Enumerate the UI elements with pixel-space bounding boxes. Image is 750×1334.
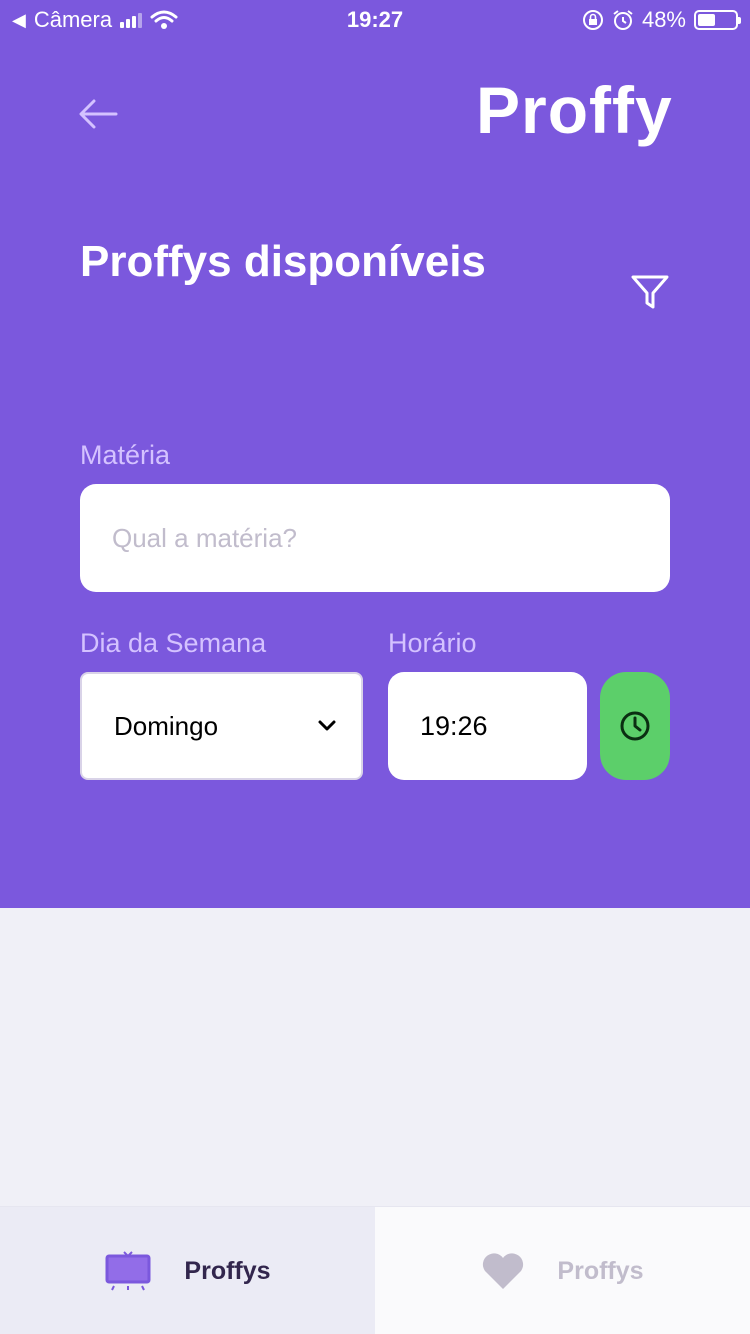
battery-level xyxy=(698,14,716,26)
heart-icon xyxy=(483,1253,524,1289)
back-to-app-label[interactable]: Câmera xyxy=(34,7,112,33)
alarm-icon xyxy=(613,10,633,30)
time-label: Horário xyxy=(388,628,477,658)
wifi-icon xyxy=(150,10,178,29)
day-of-week-select[interactable]: Domingo xyxy=(80,672,363,780)
day-of-week-label: Dia da Semana xyxy=(80,628,267,658)
tab-bar: Proffys Proffys xyxy=(0,1206,750,1334)
page-title: Proffys disponíveis xyxy=(80,237,486,286)
chevron-down-icon xyxy=(318,720,336,731)
status-bar: ◀ Câmera 19:27 48% xyxy=(0,0,750,40)
tab-proffys-label: Proffys xyxy=(184,1256,271,1285)
tab-favorites-label: Proffys xyxy=(557,1256,644,1285)
tab-favorites[interactable]: Proffys xyxy=(375,1207,750,1334)
subject-input[interactable] xyxy=(80,484,670,592)
clock-button[interactable] xyxy=(600,672,670,780)
status-left: ◀ Câmera xyxy=(12,7,178,33)
filter-icon[interactable] xyxy=(630,272,670,312)
day-of-week-value: Domingo xyxy=(114,710,219,741)
battery-percent: 48% xyxy=(641,7,686,32)
proffy-logo: Proffy xyxy=(476,73,673,147)
clock-icon xyxy=(620,711,650,741)
back-arrow-icon[interactable] xyxy=(78,96,118,132)
tv-icon xyxy=(105,1251,151,1291)
back-to-app-icon[interactable]: ◀ xyxy=(12,10,26,31)
time-input[interactable]: 19:26 xyxy=(388,672,587,780)
status-right: 48% xyxy=(582,7,741,33)
header: Proffy Proffys disponíveis Matéria Dia d… xyxy=(0,0,750,908)
orientation-lock-icon xyxy=(582,10,603,30)
subject-label: Matéria xyxy=(80,440,171,470)
cellular-signal-icon xyxy=(120,12,143,28)
tab-proffys[interactable]: Proffys xyxy=(0,1207,375,1334)
battery-icon xyxy=(694,10,741,30)
